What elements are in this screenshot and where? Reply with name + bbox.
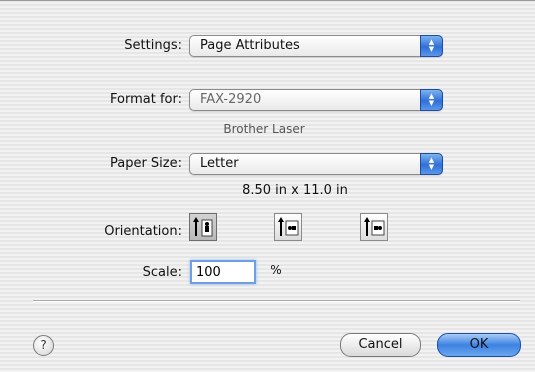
popup-arrows-icon: ▲ ▼: [420, 89, 443, 111]
portrait-icon: [193, 217, 213, 237]
paper-size-label: Paper Size:: [109, 156, 182, 171]
help-icon: ?: [40, 338, 47, 352]
paper-size-popup[interactable]: Letter ▲ ▼: [189, 153, 443, 175]
paper-size-value: Letter: [200, 156, 239, 171]
popup-arrows-icon: ▲ ▼: [420, 153, 443, 175]
orientation-label: Orientation:: [104, 224, 182, 239]
scale-input[interactable]: [190, 260, 256, 284]
format-for-label: Format for:: [110, 92, 182, 107]
divider-highlight: [33, 301, 520, 302]
paper-dimensions: 8.50 in x 11.0 in: [242, 183, 348, 198]
cancel-button[interactable]: Cancel: [340, 333, 421, 357]
settings-value: Page Attributes: [200, 38, 300, 53]
landscape-right-icon: [364, 217, 385, 236]
printer-description: Brother Laser: [223, 122, 305, 136]
settings-label: Settings:: [124, 38, 182, 53]
ok-button[interactable]: OK: [437, 333, 521, 357]
scale-label: Scale:: [142, 265, 182, 280]
popup-arrows-icon: ▲ ▼: [420, 35, 443, 57]
orientation-landscape-right-button[interactable]: [360, 213, 388, 241]
scale-unit: %: [270, 263, 282, 277]
help-button[interactable]: ?: [33, 335, 54, 356]
orientation-portrait-button[interactable]: [189, 213, 217, 241]
orientation-landscape-left-button[interactable]: [274, 213, 302, 241]
format-for-popup[interactable]: FAX-2920 ▲ ▼: [189, 89, 443, 111]
landscape-left-icon: [278, 217, 299, 236]
window-top-border: [0, 0, 535, 1]
settings-popup[interactable]: Page Attributes ▲ ▼: [189, 35, 443, 57]
format-for-value: FAX-2920: [200, 92, 262, 107]
